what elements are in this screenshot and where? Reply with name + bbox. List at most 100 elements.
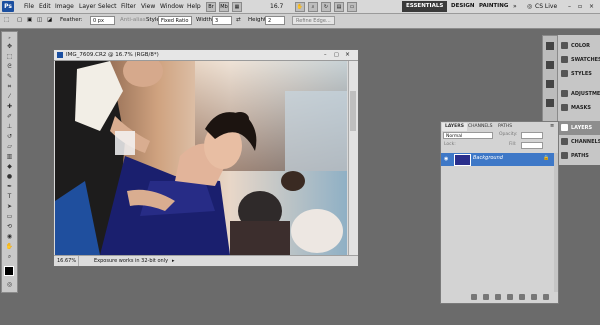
crop-icon[interactable]: ⌗ [5,83,14,91]
zoom-tool-icon[interactable]: ⌕ [5,253,14,261]
tab-layers[interactable]: LAYERS [442,123,467,131]
quick-select-icon[interactable]: ✎ [5,73,14,81]
doc-restore-icon[interactable]: □ [334,50,339,60]
workspace-painting[interactable]: PAINTING [475,1,512,12]
workspace-essentials[interactable]: ESSENTIALS [402,1,448,12]
shape-icon[interactable]: ▭ [5,213,14,221]
history-panel-icon[interactable] [546,42,554,50]
menu-window[interactable]: Window [160,0,184,13]
tab-paths[interactable]: PATHS [495,123,515,131]
dock-channels[interactable]: CHANNELS [558,135,600,149]
dock-adjustments[interactable]: ADJUSTMENTS [558,87,600,101]
marquee-icon[interactable]: ⬚ [5,53,14,61]
path-select-icon[interactable]: ➤ [5,203,14,211]
doc-close-icon[interactable]: × [345,50,350,60]
add-selection-icon[interactable]: ▣ [27,17,32,23]
foreground-color-swatch[interactable] [4,266,14,276]
eyedropper-icon[interactable]: ⁄ [5,93,14,101]
feather-input[interactable]: 0 px [90,16,115,25]
restore-icon[interactable]: ▫ [578,0,582,13]
brush-icon[interactable]: ✐ [5,113,14,121]
collapse-icon[interactable]: » [5,34,14,42]
healing-brush-icon[interactable]: ✚ [5,103,14,111]
move-tool-icon[interactable]: ✥ [5,43,14,51]
layer-style-icon[interactable] [483,294,489,300]
mini-bridge-icon[interactable]: Mb [219,2,229,12]
bridge-icon[interactable]: Br [206,2,216,12]
extras-icon[interactable]: ▦ [232,2,242,12]
paragraph-panel-icon[interactable] [546,99,554,107]
dock-swatches[interactable]: SWATCHES [558,53,600,67]
3d-camera-icon[interactable]: ◉ [5,233,14,241]
eraser-icon[interactable]: ▱ [5,143,14,151]
dock-layers[interactable]: LAYERS [558,121,600,135]
layers-scrollbar[interactable] [554,153,558,292]
dock-paths[interactable]: PATHS [558,149,600,163]
link-layers-icon[interactable] [471,294,477,300]
workspace-more-icon[interactable]: » [513,0,517,13]
3d-rotate-icon[interactable]: ⟲ [5,223,14,231]
dodge-icon[interactable]: ● [5,173,14,181]
actions-panel-icon[interactable] [546,61,554,69]
opacity-input[interactable] [521,132,543,139]
menu-select[interactable]: Select [98,0,117,13]
zoom-level[interactable]: 16.7 [270,0,283,13]
rotate-view-icon[interactable]: ↻ [321,2,331,12]
refine-edge-button[interactable]: Refine Edge... [292,16,335,25]
menu-layer[interactable]: Layer [79,0,96,13]
swap-icon[interactable]: ⇄ [236,17,241,23]
delete-layer-icon[interactable] [543,294,549,300]
menu-file[interactable]: File [24,0,34,13]
quick-mask-icon[interactable]: ◎ [5,281,14,289]
history-brush-icon[interactable]: ↺ [5,133,14,141]
type-tool-icon[interactable]: T [5,193,14,201]
panel-menu-icon[interactable]: ≡ [550,123,554,129]
tab-channels[interactable]: CHANNELS [465,123,496,131]
new-group-icon[interactable] [519,294,525,300]
scroll-thumb[interactable] [350,91,356,131]
doc-minimize-icon[interactable]: – [324,50,327,60]
workspace-design[interactable]: DESIGN [447,1,478,12]
menu-view[interactable]: View [141,0,155,13]
intersect-selection-icon[interactable]: ◪ [47,17,52,23]
zoom-percent[interactable]: 16.67% [57,256,76,266]
screen-mode-icon[interactable]: ▭ [347,2,357,12]
cs-live-icon[interactable]: ◎ [527,0,532,13]
visibility-eye-icon[interactable]: ◉ [444,156,448,162]
zoom-icon[interactable]: ⌕ [308,2,318,12]
blend-mode-select[interactable]: Normal [443,132,493,139]
layer-background[interactable]: ◉ Background 🔒 [441,153,554,166]
vertical-scrollbar[interactable] [348,61,358,255]
gradient-icon[interactable]: ▥ [5,153,14,161]
blur-icon[interactable]: ◆ [5,163,14,171]
character-panel-icon[interactable] [546,80,554,88]
height-input[interactable]: 2 [265,16,285,25]
adjustment-layer-icon[interactable] [507,294,513,300]
dock-styles[interactable]: STYLES [558,67,600,81]
arrange-documents-icon[interactable]: ▤ [334,2,344,12]
width-input[interactable]: 3 [212,16,232,25]
lasso-icon[interactable]: ᘓ [5,63,14,71]
subtract-selection-icon[interactable]: ◫ [37,17,42,23]
add-mask-icon[interactable] [495,294,501,300]
menu-image[interactable]: Image [55,0,74,13]
clone-stamp-icon[interactable]: ⊥ [5,123,14,131]
style-select[interactable]: Fixed Ratio [158,16,192,25]
fill-input[interactable] [521,142,543,149]
pen-icon[interactable]: ✒ [5,183,14,191]
menu-filter[interactable]: Filter [121,0,136,13]
dock-masks[interactable]: MASKS [558,101,600,115]
document-title-bar[interactable]: IMG_7609.CR2 @ 16.7% (RGB/8*) – □ × [54,50,358,61]
document-canvas-photo[interactable] [55,61,347,255]
hand-tool-icon[interactable]: ✋ [5,243,14,251]
close-icon[interactable]: × [589,0,594,13]
minimize-icon[interactable]: – [568,0,571,13]
new-selection-icon[interactable]: ▢ [17,17,22,23]
antialias-checkbox[interactable]: Anti-alias [120,17,146,23]
new-layer-icon[interactable] [531,294,537,300]
marquee-tool-icon[interactable]: ⬚ [4,17,9,23]
layer-name[interactable]: Background [473,155,503,161]
dock-color[interactable]: COLOR [558,39,600,53]
menu-help[interactable]: Help [187,0,201,13]
cs-live[interactable]: CS Live [535,0,557,13]
